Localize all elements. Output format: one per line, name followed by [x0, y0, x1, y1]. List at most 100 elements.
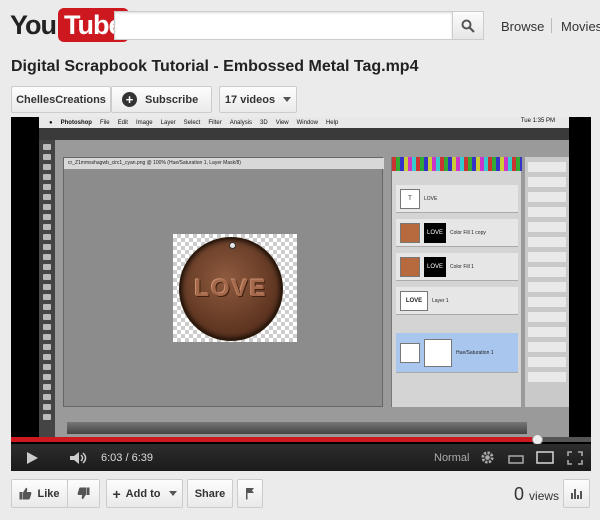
plus-icon: + [122, 92, 137, 107]
layer-mask: LOVE [424, 256, 446, 277]
current-time: 6:03 [101, 452, 123, 464]
dislike-button[interactable] [67, 479, 100, 508]
apple-icon: ● [49, 119, 53, 126]
video-title: Digital Scrapbook Tutorial - Embossed Me… [11, 58, 419, 75]
tag-text: LOVE [194, 275, 268, 302]
ps-options-bar [39, 128, 569, 140]
ps-menu-view: View [275, 119, 289, 126]
search-input[interactable] [114, 11, 452, 40]
chevron-down-icon [168, 491, 177, 496]
volume-button[interactable] [69, 444, 89, 471]
player-controls: 6:03 / 6:39 Normal [11, 444, 591, 471]
logo-you-text: You [10, 9, 57, 40]
gear-icon [481, 451, 494, 464]
nav-divider [551, 18, 552, 33]
view-count: 0 views [514, 484, 559, 505]
layer-thumb: T [400, 188, 420, 209]
videos-count-label: 17 videos [224, 93, 276, 106]
ps-toolbox [39, 140, 55, 437]
time-display: 6:03 / 6:39 [101, 452, 153, 464]
share-button[interactable]: Share [187, 479, 233, 508]
chevron-down-icon [283, 97, 292, 102]
subscribe-label: Subscribe [145, 93, 199, 106]
stats-icon [571, 493, 573, 499]
stats-button[interactable] [563, 479, 590, 508]
ps-menu-select: Select [183, 119, 201, 126]
layer-row-selected: Hue/Saturation 1 [396, 333, 518, 373]
fullscreen-icon [567, 450, 583, 465]
layer-name: Hue/Saturation 1 [456, 349, 494, 356]
ps-document-window: cr_Z1mmsshagwb_circ1_cyan.png @ 100% (Hu… [63, 157, 384, 407]
fullscreen-button[interactable] [567, 444, 583, 471]
layer-name: LOVE [424, 195, 438, 202]
like-label: Like [37, 487, 60, 500]
ps-menu-image: Image [135, 119, 153, 126]
thumbs-down-icon [77, 487, 90, 500]
add-to-label: Add to [125, 487, 161, 500]
layer-name: Color Fill 1 [450, 263, 474, 270]
large-player-icon [536, 451, 554, 464]
ps-document-tab: cr_Z1mmsshagwb_circ1_cyan.png @ 100% (Hu… [64, 158, 384, 169]
ps-menu-filter: Filter [208, 119, 222, 126]
layer-row: LOVE Color Fill 1 [396, 253, 518, 281]
flag-button[interactable] [237, 479, 263, 508]
transparent-canvas: LOVE [173, 234, 297, 342]
layer-thumb: LOVE [400, 290, 428, 311]
metal-tag: LOVE [179, 237, 283, 341]
like-button[interactable]: Like [11, 479, 68, 508]
layer-row: T LOVE [396, 185, 518, 213]
youtube-logo[interactable]: You Tube [10, 8, 129, 42]
layer-thumb [400, 222, 420, 243]
ps-menu-analysis: Analysis [229, 119, 253, 126]
progress-bar[interactable] [11, 437, 591, 442]
view-count-number: 0 [514, 484, 525, 504]
layer-name: Color Fill 1 copy [450, 229, 486, 236]
volume-icon [70, 451, 87, 464]
videos-count-button[interactable]: 17 videos [219, 86, 297, 113]
video-player[interactable]: ● Photoshop File Edit Image Layer Select… [11, 117, 591, 471]
ps-layers-panel: T LOVE LOVE Color Fill 1 copy LOVE Color… [391, 157, 522, 407]
layer-mask [424, 338, 452, 367]
quality-label[interactable]: Normal [434, 452, 469, 464]
masthead: You Tube Browse Movies [0, 0, 600, 52]
views-label: views [529, 489, 560, 503]
ps-menu-help: Help [325, 119, 339, 126]
search-button[interactable] [452, 11, 484, 40]
duration: 6:39 [131, 452, 154, 464]
layer-mask: LOVE [424, 222, 446, 243]
time-separator: / [125, 452, 129, 464]
ps-menubar: ● Photoshop File Edit Image Layer Select… [39, 117, 569, 128]
thumbs-up-icon [19, 487, 32, 500]
ps-menu-layer: Layer [160, 119, 176, 126]
flag-icon [246, 488, 254, 500]
small-player-icon [508, 454, 524, 464]
ps-app-name: Photoshop [60, 119, 92, 126]
ps-menu-3d: 3D [260, 119, 268, 126]
small-player-button[interactable] [508, 444, 524, 471]
ps-menu-window: Window [296, 119, 318, 126]
layer-row: LOVE Layer 1 [396, 287, 518, 315]
mac-dock [67, 422, 527, 434]
nav-browse-link[interactable]: Browse [501, 19, 544, 34]
ps-clock: Tue 1:35 PM [520, 118, 555, 124]
progress-bar-fill [11, 437, 539, 442]
play-icon [27, 451, 38, 464]
ps-menu-file: File [99, 119, 110, 126]
search-icon [461, 19, 475, 33]
layer-name: Layer 1 [432, 297, 449, 304]
video-frame[interactable]: ● Photoshop File Edit Image Layer Select… [39, 117, 569, 437]
play-button[interactable] [25, 444, 39, 471]
ps-menu-edit: Edit [117, 119, 128, 126]
large-player-button[interactable] [536, 444, 554, 471]
plus-icon: + [112, 485, 121, 502]
add-to-button[interactable]: + Add to [106, 479, 183, 508]
ps-panel-dock [525, 157, 569, 407]
ps-swatches [392, 157, 522, 171]
subscribe-button[interactable]: + Subscribe [111, 86, 212, 113]
settings-button[interactable] [480, 444, 495, 471]
layer-row: LOVE Color Fill 1 copy [396, 219, 518, 247]
nav-movies-link[interactable]: Movies [561, 19, 600, 34]
layer-thumb [400, 342, 420, 363]
layer-thumb [400, 256, 420, 277]
channel-name-button[interactable]: ChellesCreations [11, 86, 111, 113]
